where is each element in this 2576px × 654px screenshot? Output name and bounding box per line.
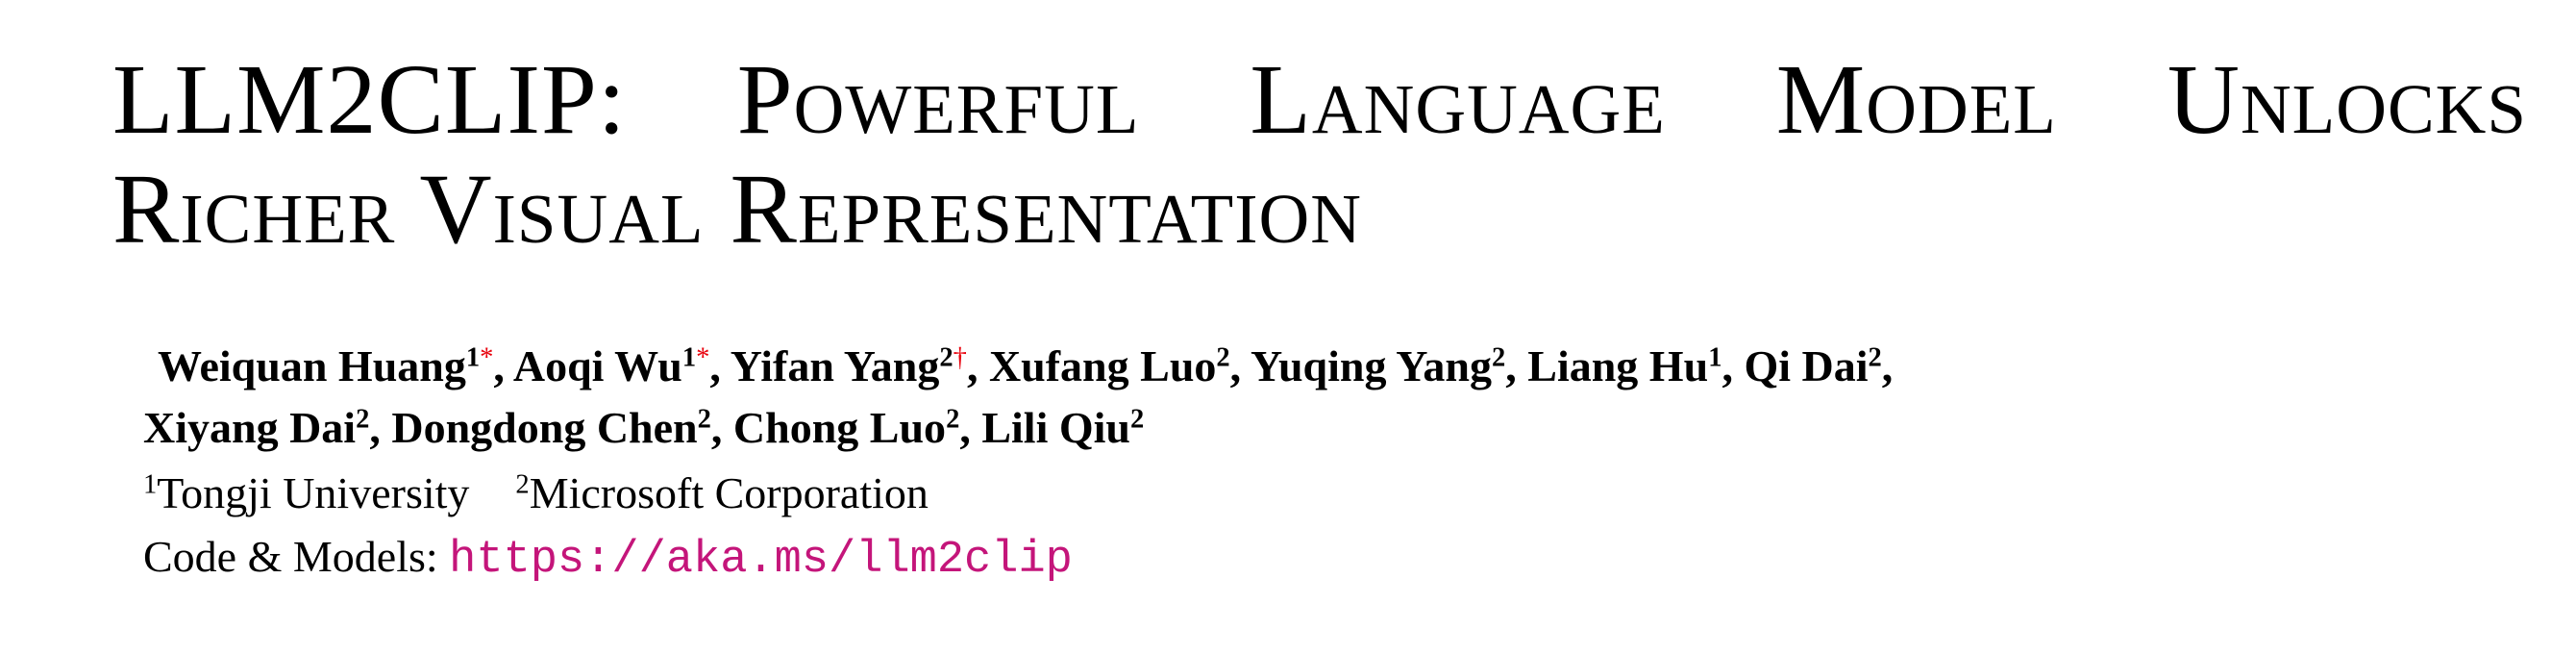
author-affiliation-number: 1 bbox=[465, 342, 481, 373]
author: Yifan Yang2†, bbox=[730, 341, 989, 390]
author: Xiyang Dai2, bbox=[143, 403, 392, 452]
author-affiliation-number: 2 bbox=[1492, 342, 1506, 373]
author-affiliation-number: 2 bbox=[1130, 404, 1145, 435]
equal-contribution-mark: * bbox=[480, 342, 494, 373]
author-name: Chong Luo bbox=[732, 403, 947, 452]
author-name: Yifan Yang bbox=[730, 341, 940, 390]
author-list-line-2: Xiyang Dai2, Dongdong Chen2, Chong Luo2,… bbox=[143, 406, 1144, 450]
code-label: Code & Models: bbox=[143, 532, 438, 581]
author-name: Lili Qiu bbox=[981, 403, 1130, 452]
equal-contribution-mark: * bbox=[696, 342, 710, 373]
author: Liang Hu1, bbox=[1527, 341, 1745, 390]
author: Yuqing Yang2, bbox=[1250, 341, 1528, 390]
paper-title-line-1: LLM2CLIP: Powerful Language Model Unlock… bbox=[112, 44, 2527, 155]
corresponding-author-mark: † bbox=[953, 342, 967, 373]
affiliations: 1Tongji University 2Microsoft Corporation bbox=[143, 471, 929, 516]
code-models-line: Code & Models: https://aka.ms/llm2clip bbox=[143, 532, 1073, 586]
author-affiliation-number: 1 bbox=[681, 342, 697, 373]
author-affiliation-number: 2 bbox=[1868, 342, 1882, 373]
affiliation-number: 1 bbox=[143, 469, 158, 500]
affiliation-number: 2 bbox=[515, 469, 530, 500]
author-affiliation-number: 2 bbox=[356, 404, 370, 435]
author: Xufang Luo2, bbox=[988, 341, 1251, 390]
author: Lili Qiu2 bbox=[981, 403, 1144, 452]
author-name: Weiquan Huang bbox=[158, 341, 466, 390]
affiliation-name: Microsoft Corporation bbox=[529, 468, 929, 517]
author-name: Liang Hu bbox=[1527, 341, 1709, 390]
author-name: Qi Dai bbox=[1744, 341, 1869, 390]
author-name: Aoqi Wu bbox=[512, 341, 682, 390]
author-name: Xiyang Dai bbox=[143, 403, 357, 452]
author: Dongdong Chen2, bbox=[391, 403, 733, 452]
author-name: Dongdong Chen bbox=[391, 403, 698, 452]
author-name: Yuqing Yang bbox=[1250, 341, 1492, 390]
author-affiliation-number: 2 bbox=[946, 404, 960, 435]
author-affiliation-number: 2 bbox=[1216, 342, 1230, 373]
author-name: Xufang Luo bbox=[988, 341, 1217, 390]
author-list-line-1: Weiquan Huang1*, Aoqi Wu1*, Yifan Yang2†… bbox=[158, 344, 1893, 389]
author: Aoqi Wu1*, bbox=[512, 341, 731, 390]
author: Weiquan Huang1*, bbox=[158, 341, 513, 390]
affiliation-name: Tongji University bbox=[157, 468, 470, 517]
paper-title-line-2: Richer Visual Representation bbox=[112, 154, 1362, 264]
author-affiliation-number: 1 bbox=[1708, 342, 1722, 373]
author-affiliation-number: 2 bbox=[939, 342, 954, 373]
code-url-link[interactable]: https://aka.ms/llm2clip bbox=[449, 535, 1073, 586]
author: Chong Luo2, bbox=[732, 403, 982, 452]
author: Qi Dai2, bbox=[1744, 341, 1894, 390]
author-affiliation-number: 2 bbox=[697, 404, 711, 435]
